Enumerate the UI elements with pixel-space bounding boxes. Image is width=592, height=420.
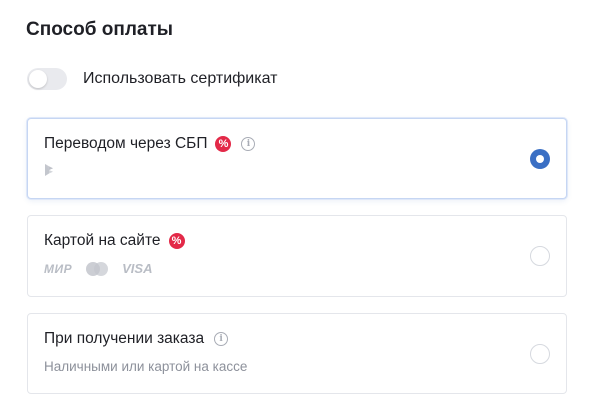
payment-option-logos: МИР VISA <box>44 261 152 276</box>
info-icon[interactable]: i <box>214 332 229 346</box>
payment-option-title: При получении заказа <box>44 330 205 347</box>
payment-option-card[interactable]: Картой на сайте % МИР VISA <box>27 215 567 297</box>
radio-card[interactable] <box>530 246 550 266</box>
discount-badge-icon: % <box>168 233 185 249</box>
payment-option-title: Картой на сайте <box>44 232 161 249</box>
mastercard-logo-icon <box>86 261 109 276</box>
certificate-toggle-label[interactable]: Использовать сертификат <box>83 70 277 88</box>
sbp-logo-icon <box>45 164 53 176</box>
radio-sbp[interactable] <box>530 148 550 169</box>
certificate-toggle-row: Использовать сертификат <box>27 68 277 90</box>
certificate-toggle[interactable] <box>27 68 67 90</box>
page-title: Способ оплаты <box>26 19 173 40</box>
payment-option-header: При получении заказа i <box>44 330 229 348</box>
payment-option-subtitle-row: Наличными или картой на кассе <box>44 359 247 374</box>
radio-on-delivery[interactable] <box>530 343 550 364</box>
visa-logo-icon: VISA <box>122 261 153 276</box>
payment-option-sbp[interactable]: Переводом через СБП % i <box>27 118 567 199</box>
toggle-knob <box>29 70 47 88</box>
payment-option-on-delivery[interactable]: При получении заказа i Наличными или кар… <box>27 313 567 394</box>
payment-option-logos <box>44 164 54 176</box>
payment-option-header: Картой на сайте % <box>44 232 185 250</box>
payment-option-header: Переводом через СБП % i <box>44 135 256 153</box>
payment-option-subtitle: Наличными или картой на кассе <box>44 359 248 374</box>
discount-badge-icon: % <box>215 136 232 152</box>
mir-logo-icon: МИР <box>44 261 73 276</box>
info-icon[interactable]: i <box>241 137 256 151</box>
payment-option-title: Переводом через СБП <box>44 135 208 152</box>
